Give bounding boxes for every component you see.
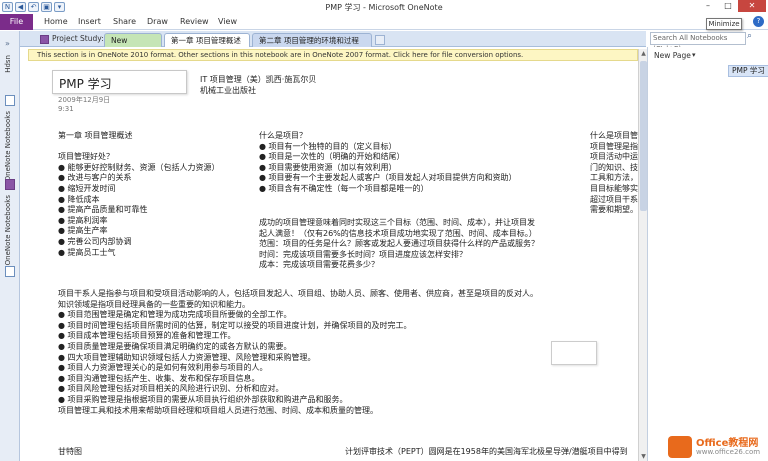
page-list-item[interactable]: PMP 学习 <box>728 65 768 77</box>
notebook-nav-bar: » Hdsn OneNote Notebooks OneNote Noteboo… <box>0 31 20 461</box>
maximize-button[interactable]: □ <box>718 0 738 12</box>
note-gantt[interactable]: 甘特图 <box>58 447 82 458</box>
minimize-button[interactable]: – <box>698 0 718 12</box>
window-title: PMP 学习 - Microsoft OneNote <box>325 3 443 12</box>
ribbon-tabs: File Home Insert Share Draw Review View … <box>0 14 768 30</box>
note-line: 起人满意！（仅有26%的信息技术项目成功地实现了范围、时间、成本目标。） <box>259 228 537 238</box>
list-item: ● 项目沟通管理包括产生、收集、发布和保存项目信息。 <box>58 373 260 383</box>
note-subheading: 项目管理好处？ <box>58 152 114 162</box>
tab-share[interactable]: Share <box>113 17 136 26</box>
watermark-badge-icon <box>668 436 692 458</box>
new-page-dropdown-icon[interactable]: ▾ <box>692 51 696 59</box>
notebook-onenote-2[interactable]: OneNote Notebooks <box>4 195 12 265</box>
page-time-text: 9:31 <box>58 105 74 113</box>
list-item: ● 提高产品质量和可靠性 <box>58 205 148 215</box>
window-controls: – □ ✕ <box>698 0 766 12</box>
new-section-icon[interactable] <box>375 35 385 45</box>
list-item: ● 项目人力资源管理关心的是如何有效利用参与项目的人。 <box>58 363 268 373</box>
search-icon[interactable]: ⌕ <box>747 31 752 41</box>
minimize-tooltip: Minimize <box>706 18 742 30</box>
list-item: ● 能够更好控制财务、资源（包括人力资源） <box>58 162 220 172</box>
note-line: 范围：项目的任务是什么？顾客或发起人要通过项目获得什么样的产品或服务？ <box>259 239 539 249</box>
tab-file[interactable]: File <box>0 14 33 30</box>
list-item: ● 项目范围管理是确定和管理为成功完成项目所要做的全部工作。 <box>58 310 292 320</box>
search-input[interactable]: Search All Notebooks (Ctrl+E) <box>650 32 746 53</box>
new-page-button[interactable]: New Page <box>654 51 691 60</box>
note-line: 项目干系人是指参与项目和受项目活动影响的人，包括项目发起人、项目组、协助人员、顾… <box>58 289 538 298</box>
format-info-bar[interactable]: This section is in OneNote 2010 format. … <box>28 49 638 61</box>
list-item: ● 提高生产率 <box>58 226 108 236</box>
list-item: ● 降低成本 <box>58 194 100 204</box>
note-benefits[interactable]: 第一章 项目管理概述 项目管理好处？ ● 能够更好控制财务、资源（包括人力资源）… <box>58 131 220 258</box>
title-bar: N ◀ ↶ ▣ ▾ PMP 学习 - Microsoft OneNote – □… <box>0 0 768 14</box>
notebook-name[interactable]: Project Study: <box>52 34 104 43</box>
note-heading: 什么是项目？ <box>259 131 307 140</box>
tab-chapter-2[interactable]: 第二章 项目管理的环境和过程 <box>252 33 372 47</box>
tab-view[interactable]: View <box>218 17 237 26</box>
notebook-icon[interactable] <box>5 266 15 277</box>
notebook-icon[interactable] <box>5 179 15 190</box>
page-title[interactable]: PMP 学习 <box>59 75 112 92</box>
list-item: ● 项目有一个独特的目的（定义目标） <box>259 141 397 151</box>
tab-draw[interactable]: Draw <box>147 17 168 26</box>
note-pert[interactable]: 计划评审技术（PEPT）圆网是在1958年的美国海军北极星导弹/潜艇项目中得到 <box>345 447 628 458</box>
list-item: ● 项目采购管理是指根据项目的需要从项目执行组织外部获取和购进产品和服务。 <box>58 394 348 404</box>
scroll-thumb[interactable] <box>640 61 647 211</box>
list-item: ● 项目是一次性的（明确的开始和结尾） <box>259 152 405 162</box>
note-line: 项目管理工具和技术用来帮助项目经理和项目组人员进行范围、时间、成本和质量的管理。 <box>58 405 378 415</box>
notebook-hdsn[interactable]: Hdsn <box>4 55 12 73</box>
book-publisher: 机械工业出版社 <box>200 86 256 95</box>
list-item: ● 项目含有不确定性（每一个项目都是唯一的） <box>259 183 429 193</box>
list-item: ● 提高利润率 <box>58 215 108 225</box>
list-item: ● 改进与客户的关系 <box>58 173 132 183</box>
list-item: ● 项目需要使用资源（加以有效利用） <box>259 162 397 172</box>
note-line: 知识领域是指项目经理具备的一些重要的知识和能力。 <box>58 299 250 309</box>
watermark-text: Office教程网 <box>696 438 759 449</box>
list-item: ● 四大项目管理辅助知识领域包括人力资源管理、风险管理和采购管理。 <box>58 352 316 362</box>
note-line: 成功的项目管理意味着同时实现这三个目标（范围、时间、成本），并让项目发 <box>259 218 535 227</box>
note-stakeholders[interactable]: 项目干系人是指参与项目和受项目活动影响的人，包括项目发起人、项目组、协助人员、顾… <box>58 289 538 416</box>
section-tab-bar: Project Study: New Section 2 第一章 项目管理概述 … <box>20 31 646 58</box>
list-item: ● 完善公司内部协调 <box>58 236 132 246</box>
empty-note-container[interactable] <box>551 341 597 365</box>
page-date-text: 2009年12月9日 <box>58 96 111 104</box>
note-what-is-project[interactable]: 什么是项目？ ● 项目有一个独特的目的（定义目标） ● 项目是一次性的（明确的开… <box>259 131 517 195</box>
note-line: 成本：完成该项目需要花费多少？ <box>259 260 379 270</box>
vertical-scrollbar[interactable]: ▲ ▼ <box>638 49 647 461</box>
book-title: IT 项目管理（美）凯西·施瓦尔贝 <box>200 75 317 84</box>
list-item: ● 项目要有一个主要发起人或客户（项目发起人对项目提供方向和资助） <box>259 173 517 183</box>
list-item: ● 提高员工士气 <box>58 247 116 257</box>
expand-nav-icon[interactable]: » <box>5 39 10 48</box>
notebook-onenote-1[interactable]: OneNote Notebooks <box>4 111 12 181</box>
tab-review[interactable]: Review <box>180 17 209 26</box>
list-item: ● 项目时间管理包括项目所需时间的估算，制定可以接受的项目进度计划，并确保项目的… <box>58 320 412 330</box>
note-success[interactable]: 成功的项目管理意味着同时实现这三个目标（范围、时间、成本），并让项目发 起人满意… <box>259 218 539 271</box>
tab-chapter-1[interactable]: 第一章 项目管理概述 <box>164 33 250 47</box>
notebook-icon[interactable] <box>5 95 15 106</box>
watermark-url: www.office26.com <box>696 448 761 456</box>
tab-new-section-2[interactable]: New Section 2 <box>104 33 162 58</box>
list-item: ● 项目成本管理包括项目预算的准备和管理工作。 <box>58 331 236 341</box>
page-title-box[interactable]: PMP 学习 <box>52 70 187 94</box>
note-line: 时间：完成该项目需要多长时间？项目进度应该怎样安排？ <box>259 249 467 259</box>
list-item: ● 项目质量管理是要确保项目满足明确约定的或各方默认的需要。 <box>58 341 292 351</box>
book-info[interactable]: IT 项目管理（美）凯西·施瓦尔贝 机械工业出版社 <box>200 74 316 96</box>
notebook-icon <box>40 35 49 44</box>
list-item: ● 缩短开发时间 <box>58 183 116 193</box>
note-heading: 第一章 项目管理概述 <box>58 131 133 140</box>
watermark-logo: Office教程网 www.office26.com <box>668 434 768 461</box>
page-date: 2009年12月9日 9:31 <box>58 96 110 114</box>
help-icon[interactable]: ? <box>753 16 764 27</box>
tab-home[interactable]: Home <box>44 17 68 26</box>
tab-insert[interactable]: Insert <box>78 17 101 26</box>
list-item: ● 项目风险管理包括对项目相关的风险进行识别、分析和应对。 <box>58 384 284 394</box>
close-button[interactable]: ✕ <box>738 0 766 12</box>
page-list-pane: New Page ▾ PMP 学习 <box>647 47 768 461</box>
